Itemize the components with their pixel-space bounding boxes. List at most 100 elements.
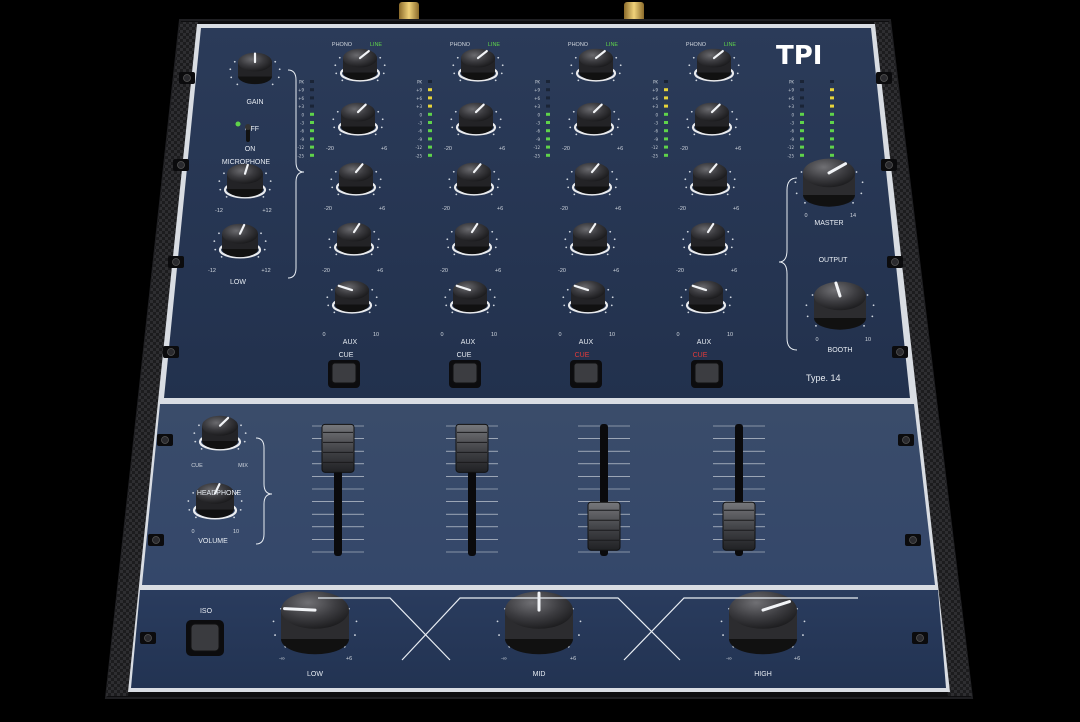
knob-scale-dot — [188, 508, 191, 511]
knob-scale-dot — [730, 79, 733, 82]
screw — [168, 256, 184, 268]
meter-led — [830, 145, 834, 149]
meter-scale-label: -6 — [418, 129, 422, 134]
knob-scale-dot — [566, 178, 569, 181]
iso-low-min: -∞ — [279, 656, 285, 662]
meter-led — [664, 96, 668, 100]
channel-4-cue-button[interactable] — [691, 360, 723, 388]
channel-3-aux-min: 0 — [558, 332, 561, 338]
meter-scale-label: +9 — [652, 88, 658, 93]
meter-scale-label: +9 — [298, 88, 304, 93]
knob-scale-dot — [800, 171, 803, 173]
knob-scale-dot — [274, 634, 276, 636]
screw — [876, 72, 892, 84]
knob-scale-dot — [683, 246, 686, 249]
mic-low-label: LOW — [230, 279, 246, 286]
meter-led — [428, 129, 432, 133]
meter-led — [310, 88, 314, 92]
channel-2-line-label: LINE — [488, 42, 501, 48]
channel-2-cue-button[interactable] — [449, 360, 481, 388]
knob-scale-dot — [493, 296, 496, 299]
knob-scale-dot — [375, 170, 378, 173]
knob-scale-dot — [572, 110, 575, 113]
knob-scale-dot — [607, 288, 610, 291]
knob-scale-dot — [451, 126, 454, 129]
knob-scale-dot — [795, 192, 798, 195]
middle-panel — [142, 404, 935, 585]
knob-scale-dot — [382, 72, 385, 75]
iso-high-max: +6 — [794, 656, 800, 662]
mic-mid-min: -12 — [215, 208, 223, 214]
knob-scale-dot — [604, 311, 607, 314]
fader-cap[interactable] — [722, 501, 756, 551]
fader-cap[interactable] — [321, 423, 355, 473]
knob-scale-dot — [614, 186, 617, 189]
channel-4-cue-label: CUE — [693, 352, 708, 359]
knob-scale-dot — [497, 178, 500, 181]
knob-scale-dot — [686, 118, 689, 121]
knob-scale-dot — [688, 170, 691, 173]
knob-scale-dot — [498, 126, 501, 129]
screw — [881, 159, 897, 171]
iso-button[interactable] — [186, 620, 224, 656]
channel-4-line-label: LINE — [724, 42, 737, 48]
knob-scale-dot — [613, 238, 616, 241]
knob-scale-dot — [855, 171, 858, 173]
knob-scale-dot — [606, 253, 609, 256]
channel-4-eq-max: +6 — [731, 268, 737, 274]
fader-cap[interactable] — [455, 423, 489, 473]
screw — [173, 159, 189, 171]
knob-scale-dot — [871, 315, 874, 318]
meter-scale-label: -9 — [300, 137, 304, 142]
knob-scale-dot — [376, 79, 379, 82]
knob-scale-dot — [682, 238, 685, 241]
knob-scale-dot — [568, 230, 571, 233]
meter-led — [664, 104, 668, 108]
channel-4-eq-max: +6 — [735, 146, 741, 152]
meter-led — [830, 96, 834, 100]
channel-3-cue-button[interactable] — [570, 360, 602, 388]
meter-scale-label: +3 — [416, 104, 422, 109]
meter-scale-label: -25 — [651, 153, 658, 158]
iso-mid-label: MID — [533, 671, 546, 678]
meter-scale-label: -3 — [536, 121, 540, 126]
meter-led — [428, 112, 432, 116]
iso-low-max: +6 — [346, 656, 352, 662]
meter-led — [310, 153, 314, 157]
knob-scale-dot — [333, 311, 336, 314]
channel-1-eq-min: -20 — [322, 268, 330, 274]
knob-scale-dot — [734, 126, 737, 129]
meter-led — [428, 137, 432, 141]
screw — [898, 434, 914, 446]
channel-3-aux-label: AUX — [579, 339, 594, 346]
meter-led — [428, 153, 432, 157]
meter-scale-label: -9 — [790, 137, 794, 142]
knob-scale-dot — [737, 64, 740, 67]
knob-scale-dot — [689, 253, 692, 256]
channel-1-aux-max: 10 — [373, 332, 379, 338]
knob-scale-dot — [611, 170, 614, 173]
channel-1-cue-button[interactable] — [328, 360, 360, 388]
meter-led — [800, 121, 804, 124]
knob-scale-dot — [374, 133, 377, 136]
channel-4-phono-label: PHONO — [686, 42, 707, 48]
mic-section-label: MICROPHONE — [222, 159, 271, 166]
meter-scale-label: PK — [789, 80, 794, 85]
knob-scale-dot — [615, 178, 618, 181]
fader-cap[interactable] — [587, 501, 621, 551]
knob-scale-dot — [327, 304, 330, 307]
meter-scale-label: -3 — [300, 121, 304, 126]
channel-1-aux-min: 0 — [322, 332, 325, 338]
knob-scale-dot — [733, 56, 736, 59]
knob-scale-dot — [268, 188, 271, 191]
master-max: 14 — [850, 213, 856, 219]
knob-scale-dot — [331, 186, 334, 189]
knob-scale-dot — [609, 230, 612, 233]
meter-led — [428, 88, 432, 92]
meter-scale-label: -6 — [790, 129, 794, 134]
screw — [140, 632, 156, 644]
knob-scale-dot — [492, 304, 495, 307]
knob-scale-dot — [269, 180, 272, 183]
knob-scale-dot — [335, 253, 338, 256]
knob-scale-dot — [726, 193, 729, 196]
